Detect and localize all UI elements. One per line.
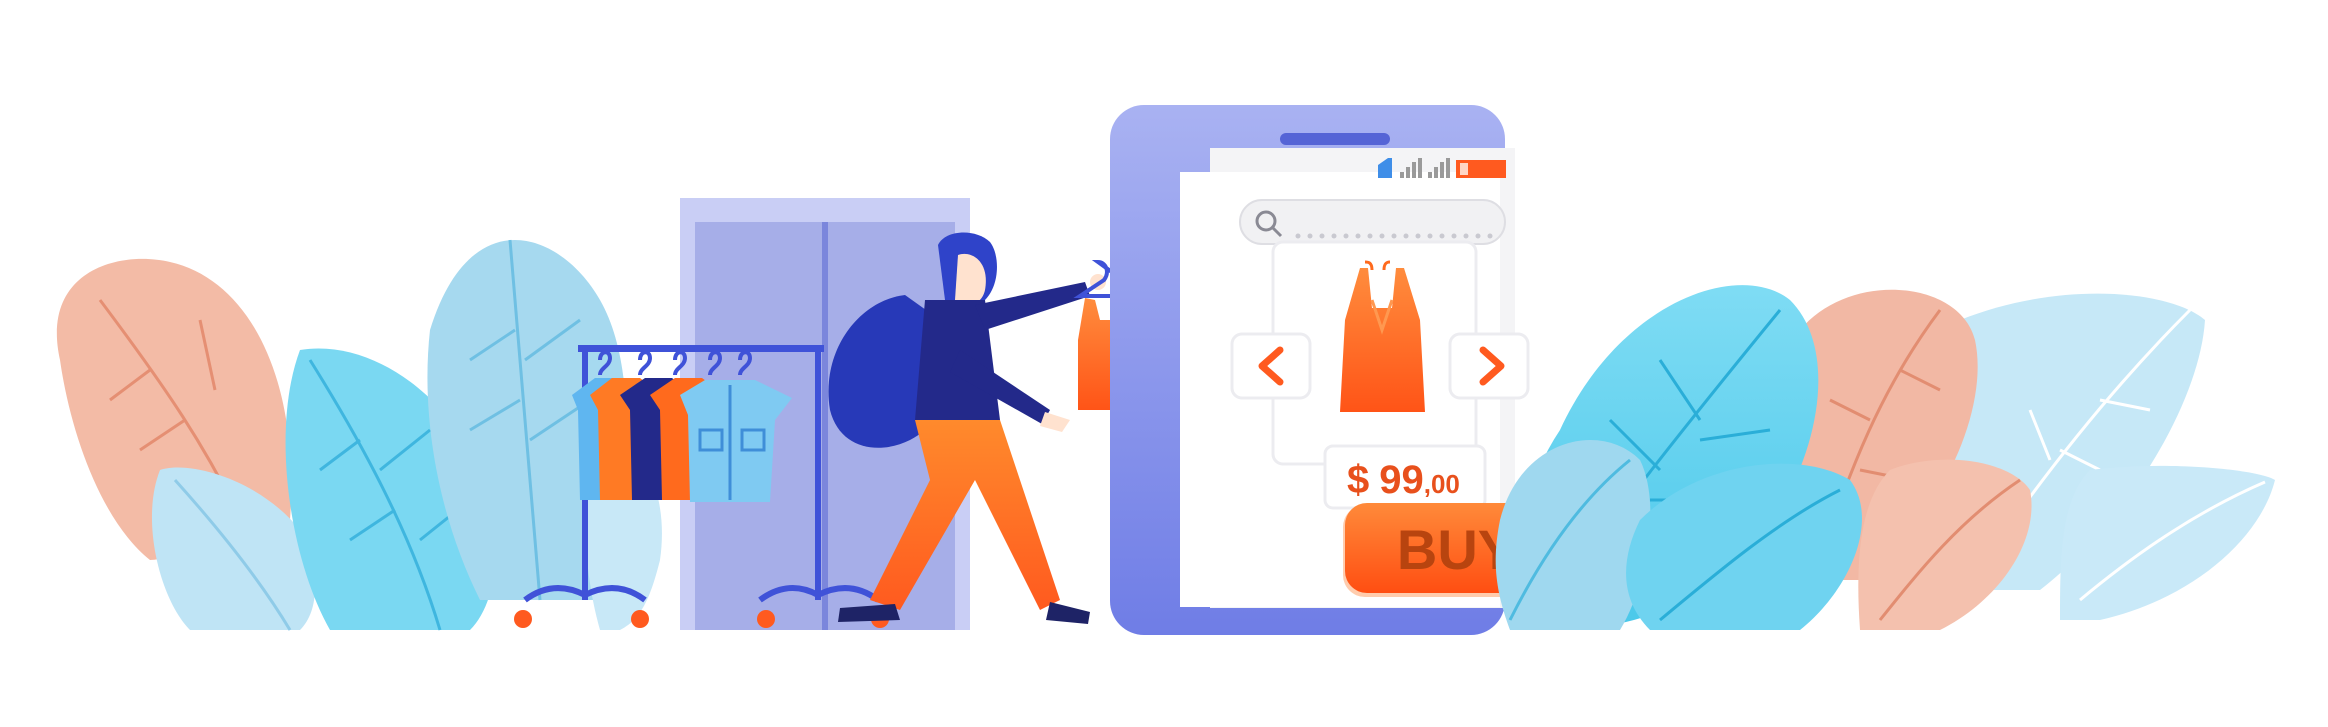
illustration-scene: $99,00 BUY: [56, 105, 2275, 635]
right-foliage: [1495, 285, 2275, 630]
price-main: 99: [1379, 458, 1424, 502]
left-foliage: [56, 239, 662, 631]
price-currency: $: [1347, 458, 1369, 502]
prev-button[interactable]: [1230, 332, 1312, 400]
search-bar[interactable]: [1239, 199, 1506, 245]
leaf-pale-right-far: [2060, 465, 2275, 620]
battery-icon: [1456, 160, 1506, 178]
next-button[interactable]: [1448, 332, 1530, 400]
price-cents: ,00: [1424, 469, 1460, 499]
price-tag: $99,00: [1323, 444, 1487, 510]
